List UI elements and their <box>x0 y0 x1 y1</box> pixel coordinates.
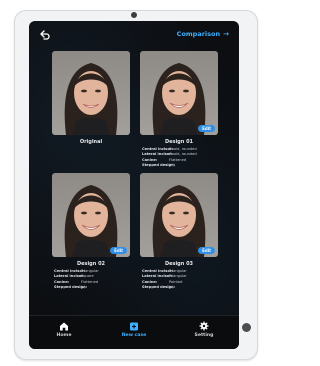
top-bar: Comparison → <box>29 21 239 49</box>
spec-list: Central incisor: Ovoid, rounded Lateral i… <box>142 147 197 168</box>
card-title: Design 01 <box>164 139 194 145</box>
face-photo-design-03[interactable]: Edit <box>140 173 218 257</box>
edit-badge[interactable]: Edit <box>198 125 215 132</box>
edit-badge[interactable]: Edit <box>110 247 127 254</box>
nav-new-case[interactable]: New case <box>104 319 164 338</box>
face-photo-original[interactable] <box>52 51 130 135</box>
card-title: Design 02 <box>76 261 106 267</box>
back-icon[interactable] <box>39 29 51 41</box>
home-icon <box>60 322 68 331</box>
edit-badge[interactable]: Edit <box>198 247 215 254</box>
bottom-nav: Home New case Setting <box>29 315 239 349</box>
comparison-link[interactable]: Comparison → <box>177 30 229 38</box>
face-photo-design-02[interactable]: Edit <box>52 173 130 257</box>
nav-label: Home <box>56 333 72 338</box>
face-photo-design-01[interactable]: Edit <box>140 51 218 135</box>
spec-row: Stepped design: (-) <box>142 284 176 289</box>
nav-label: New case <box>121 333 147 338</box>
spec-list: Central incisor: Triangular Lateral incis… <box>142 269 187 290</box>
nav-home[interactable]: Home <box>34 319 94 338</box>
device-home-button[interactable] <box>242 323 251 332</box>
card-title: Original <box>79 139 103 145</box>
new-case-icon <box>130 322 138 331</box>
nav-setting[interactable]: Setting <box>174 319 234 338</box>
comparison-label: Comparison <box>176 30 221 38</box>
card-title: Design 03 <box>164 261 194 267</box>
tablet-frame: Comparison → Original Edit Design 01 Cen… <box>14 10 258 360</box>
camera-dot <box>131 12 137 18</box>
spec-row: Stepped design: (+) <box>142 162 176 167</box>
app-screen: Comparison → Original Edit Design 01 Cen… <box>29 21 239 349</box>
spec-list: Central incisor: Triangular Lateral incis… <box>54 269 99 290</box>
arrow-right-icon: → <box>223 30 229 38</box>
spec-row: Stepped design: (-) <box>54 284 88 289</box>
nav-label: Setting <box>194 333 214 338</box>
gear-icon <box>199 321 209 331</box>
